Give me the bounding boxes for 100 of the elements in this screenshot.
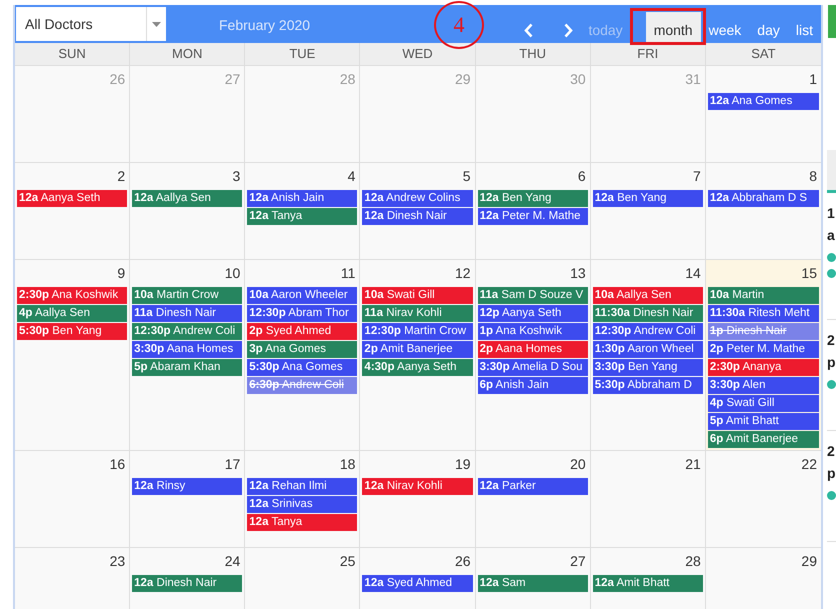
calendar-event[interactable]: 3p Ana Gomes <box>247 341 358 358</box>
calendar-event[interactable]: 2p Aana Homes <box>478 341 588 358</box>
calendar-event[interactable]: 2p Amit Banerjee <box>362 341 473 358</box>
weekday-header: TUE <box>245 43 360 66</box>
view-tab[interactable]: list <box>788 12 821 43</box>
calendar-event[interactable]: 2p Syed Ahmed <box>247 323 358 340</box>
calendar-event[interactable]: 12a Rinsy <box>132 478 242 495</box>
calendar-event[interactable]: 12a Dinesh Nair <box>132 575 242 592</box>
weekday-header: SUN <box>15 43 130 66</box>
day-number: 29 <box>454 70 471 88</box>
calendar-event[interactable]: 12:30p Abram Thor <box>247 305 358 322</box>
calendar-event[interactable]: 10a Aallya Sen <box>592 287 703 304</box>
calendar-event[interactable]: 12a Anish Jain <box>247 190 358 207</box>
calendar-event[interactable]: 12a Sam <box>478 575 588 592</box>
day-number: 6 <box>578 167 586 185</box>
calendar-event[interactable]: 4p Swati Gill <box>708 395 819 412</box>
chevron-left-icon <box>524 22 533 38</box>
calendar-event[interactable]: 1p Dinesh Nair <box>708 323 819 340</box>
day-number: 15 <box>801 264 817 282</box>
calendar-event[interactable]: 12p Aanya Seth <box>478 305 588 322</box>
step-marker: 4 <box>434 1 484 49</box>
day-number: 5 <box>462 167 471 185</box>
calendar-event[interactable]: 6p Amit Banerjee <box>708 431 819 448</box>
calendar-event[interactable]: 12a Rehan Ilmi <box>247 478 358 495</box>
calendar-event[interactable]: 11a Sam D Souze V <box>478 287 588 304</box>
day-number: 26 <box>110 70 126 88</box>
calendar-event[interactable]: 2p Peter M. Mathe <box>708 341 819 358</box>
day-number: 2 <box>117 167 126 185</box>
weekday-header: SAT <box>706 43 821 66</box>
calendar-event[interactable]: 10a Swati Gill <box>362 287 473 304</box>
caret-down-icon <box>152 22 161 26</box>
calendar-event[interactable]: 12:30p Martin Crow <box>362 323 473 340</box>
panel-header <box>827 150 836 190</box>
calendar-event[interactable]: 10a Aaron Wheeler <box>247 287 358 304</box>
calendar-event[interactable]: 12a Parker <box>478 478 588 495</box>
calendar-event[interactable]: 11:30a Ritesh Meht <box>708 305 819 322</box>
day-number: 3 <box>232 167 240 185</box>
calendar-event[interactable]: 12a Dinesh Nair <box>362 208 473 225</box>
calendar-event[interactable]: 12a Abbraham D S <box>708 190 819 207</box>
calendar-event[interactable]: 5:30p Abbraham D <box>592 377 703 394</box>
day-number: 14 <box>685 264 701 282</box>
day-number: 30 <box>570 70 586 88</box>
day-number: 20 <box>570 455 586 473</box>
calendar-event[interactable]: 10a Martin <box>708 287 819 304</box>
calendar-event[interactable]: 3:30p Alen <box>708 377 819 394</box>
calendar-event[interactable]: 2:30p Ananya <box>708 359 819 376</box>
day-number: 29 <box>801 552 817 570</box>
calendar-event[interactable]: 4:30p Aanya Seth <box>362 359 473 376</box>
calendar-event[interactable]: 12a Aallya Sen <box>132 190 242 207</box>
calendar-event[interactable]: 12a Syed Ahmed <box>362 575 473 592</box>
view-tab[interactable]: day <box>749 12 788 43</box>
calendar-event[interactable]: 1:30p Aaron Wheel <box>592 341 703 358</box>
calendar-event[interactable]: 6p Anish Jain <box>478 377 588 394</box>
calendar-event[interactable]: 12a Aanya Seth <box>17 190 128 207</box>
day-number: 16 <box>110 455 126 473</box>
calendar-event[interactable]: 12a Amit Bhatt <box>592 575 703 592</box>
day-number: 26 <box>454 552 471 570</box>
appointment-text: p <box>827 353 836 372</box>
calendar-event[interactable]: 12a Tanya <box>247 514 358 531</box>
calendar-event[interactable]: 12a Peter M. Mathe <box>478 208 588 225</box>
day-number: 21 <box>685 455 701 473</box>
calendar-event[interactable]: 1p Ana Koshwik <box>478 323 588 340</box>
calendar-event[interactable]: 5:30p Ben Yang <box>17 323 128 340</box>
day-number: 28 <box>340 70 356 88</box>
calendar-event[interactable]: 2:30p Ana Koshwik <box>17 287 128 304</box>
calendar-event[interactable]: 11:30a Dinesh Nair <box>592 305 703 322</box>
calendar-event[interactable]: 5p Abaram Khan <box>132 359 242 376</box>
calendar-event[interactable]: 3:30p Amelia D Sou <box>478 359 588 376</box>
day-number: 12 <box>454 264 471 282</box>
calendar-event[interactable]: 6:30p Andrew Coli <box>247 377 358 394</box>
calendar-event[interactable]: 12:30p Andrew Coli <box>592 323 703 340</box>
calendar-event[interactable]: 11a Nirav Kohli <box>362 305 473 322</box>
view-tab[interactable]: week <box>700 12 750 43</box>
calendar-event[interactable]: 12a Andrew Colins <box>362 190 473 207</box>
doctor-select[interactable]: All Doctors <box>16 7 166 41</box>
calendar-event[interactable]: 3:30p Ben Yang <box>592 359 703 376</box>
calendar-event[interactable]: 12a Tanya <box>247 208 358 225</box>
calendar-event[interactable]: 12a Srinivas <box>247 496 358 513</box>
day-number: 1 <box>809 70 817 88</box>
appointment-text: p <box>827 464 836 483</box>
calendar-event[interactable]: 12a Ben Yang <box>592 190 703 207</box>
calendar-event[interactable]: 4p Aallya Sen <box>17 305 128 322</box>
month-title: February 2020 <box>219 17 310 33</box>
calendar-event[interactable]: 11a Dinesh Nair <box>132 305 242 322</box>
chevron-right-icon <box>564 22 573 38</box>
calendar-event[interactable]: 10a Martin Crow <box>132 287 242 304</box>
calendar-event[interactable]: 12a Ben Yang <box>478 190 588 207</box>
calendar-event[interactable]: 3:30p Aana Homes <box>132 341 242 358</box>
calendar-event[interactable]: 12a Ana Gomes <box>708 93 819 110</box>
day-number: 17 <box>224 455 240 473</box>
day-number: 9 <box>117 264 126 282</box>
calendar-event[interactable]: 12:30p Andrew Coli <box>132 323 242 340</box>
calendar-event[interactable]: 12a Nirav Kohli <box>362 478 473 495</box>
day-number: 11 <box>340 264 356 282</box>
calendar-event[interactable]: 5:30p Ana Gomes <box>247 359 358 376</box>
view-tab[interactable]: month <box>646 12 701 43</box>
day-number: 4 <box>348 167 356 185</box>
weekday-header: THU <box>476 43 591 66</box>
calendar-event[interactable]: 5p Amit Bhatt <box>708 413 819 430</box>
appointment-text: 2 <box>827 331 836 350</box>
